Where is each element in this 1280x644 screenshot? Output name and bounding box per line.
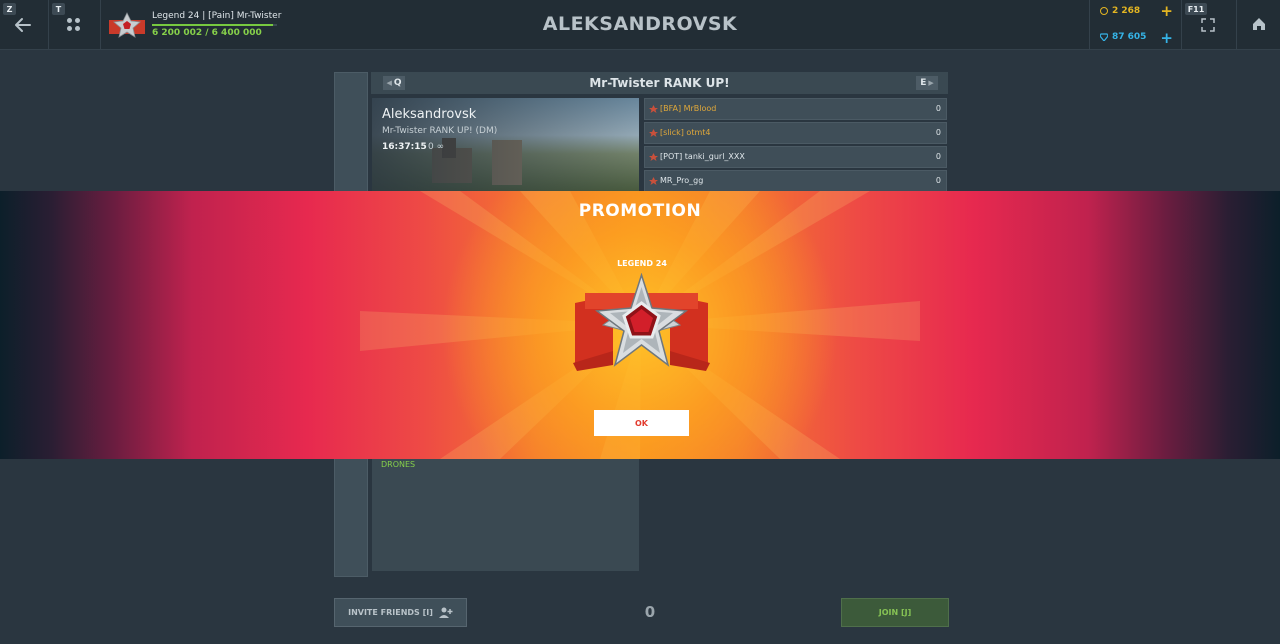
drones-label: DRONES [381, 460, 416, 469]
crystals-balance: 2 268 [1100, 6, 1140, 16]
rubies-balance: 87 605 [1100, 32, 1146, 42]
join-button[interactable]: JOIN [J] [841, 598, 949, 627]
home-icon [1253, 18, 1265, 30]
player-name: [BFA] MrBlood [660, 104, 717, 113]
rank-icon [649, 105, 658, 113]
battle-score-limit: 0 [428, 142, 434, 152]
home-button[interactable] [1237, 0, 1280, 50]
player-score: 0 [935, 152, 941, 161]
player-score: 0 [935, 128, 941, 137]
chevron-right-icon: ▶ [928, 79, 934, 87]
player-score: 0 [935, 176, 941, 185]
fullscreen-icon [1201, 18, 1215, 32]
next-battle-button[interactable]: E ▶ [916, 76, 938, 90]
player-name: MR_Pro_gg [660, 176, 704, 185]
crystals-value: 2 268 [1112, 6, 1141, 16]
player-count: 0 [644, 603, 656, 621]
add-rubies-button[interactable]: + [1160, 31, 1173, 46]
battle-time: 16:37:15 [382, 142, 427, 152]
list-item[interactable]: [BFA] MrBlood 0 [644, 98, 947, 120]
list-item[interactable]: [POT] tanki_gurl_XXX 0 [644, 146, 947, 168]
promotion-title: PROMOTION [578, 201, 702, 221]
battle-title: Mr-Twister RANK UP! [589, 76, 730, 90]
page-title: ALEKSANDROVSK [542, 13, 738, 35]
list-item[interactable]: [slick] otmt4 0 [644, 122, 947, 144]
rubies-value: 87 605 [1112, 32, 1147, 42]
promotion-banner: PROMOTION LEGEND 24 OK [0, 191, 1280, 459]
coin-icon [1100, 7, 1108, 15]
rank-icon [649, 129, 658, 137]
infinity-icon: ∞ [436, 142, 445, 152]
battle-limit: 0 ∞ [428, 142, 444, 152]
gem-icon [1100, 33, 1108, 41]
rank-icon [649, 177, 658, 185]
battle-header: ◀ Q Mr-Twister RANK UP! E ▶ [371, 72, 948, 94]
player-name: [slick] otmt4 [660, 128, 711, 137]
map-name: Aleksandrovsk [382, 107, 477, 122]
top-bar: Z T Legend 24 | [Pain] Mr-Twister 6 200 … [0, 0, 1280, 50]
map-preview: Aleksandrovsk Mr-Twister RANK UP! (DM) 1… [372, 98, 639, 191]
player-name: [POT] tanki_gurl_XXX [660, 152, 745, 161]
list-item[interactable]: MR_Pro_gg 0 [644, 170, 947, 192]
currency-panel: 2 268 + 87 605 + [1089, 0, 1182, 50]
promotion-rank-name: LEGEND 24 [617, 259, 667, 268]
next-battle-hotkey: E [920, 78, 927, 88]
battle-info: DRONES [372, 459, 639, 571]
rank-icon [649, 153, 658, 161]
rank-emblem-icon [573, 273, 710, 371]
player-score: 0 [935, 104, 941, 113]
fullscreen-button[interactable]: F11 [1182, 0, 1237, 50]
add-crystals-button[interactable]: + [1160, 4, 1173, 19]
battle-name: Mr-Twister RANK UP! (DM) [382, 126, 498, 136]
fullscreen-hotkey-badge: F11 [1185, 3, 1207, 15]
ok-button[interactable]: OK [594, 410, 689, 436]
